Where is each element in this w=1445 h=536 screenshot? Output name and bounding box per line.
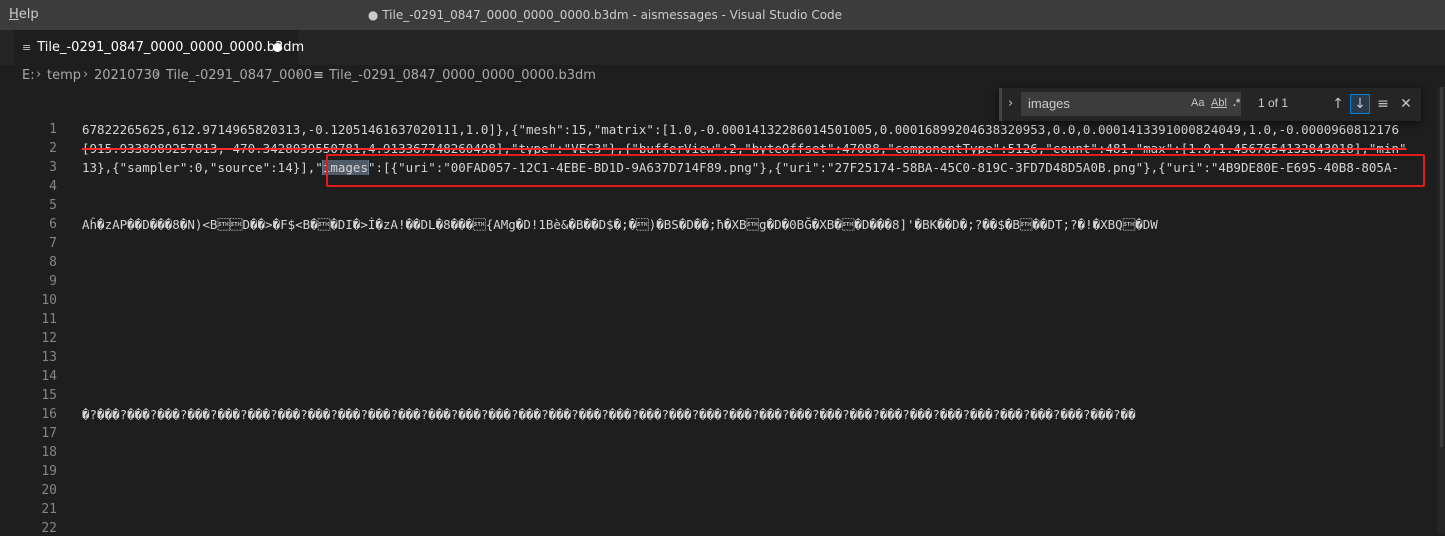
- line-number: 3: [49, 160, 57, 175]
- file-lines-icon: ≡: [22, 41, 32, 54]
- line-number: 16: [41, 407, 57, 422]
- arrow-up-icon[interactable]: ↑: [1328, 94, 1348, 114]
- window-title: ● Tile_-0291_0847_0000_0000_0000.b3dm - …: [367, 8, 843, 22]
- tab-label: Tile_-0291_0847_0000_0000_0000.b3dm: [37, 40, 305, 55]
- line-number: 21: [41, 502, 57, 517]
- breadcrumb-temp[interactable]: temp: [47, 68, 81, 83]
- line-number: 15: [41, 388, 57, 403]
- line-number: 5: [49, 198, 57, 213]
- match-count: 1 of 1: [1258, 96, 1289, 110]
- line-number: 2: [49, 141, 57, 156]
- chevron-right-icon: ›: [83, 67, 89, 82]
- chevron-right-icon: ›: [154, 67, 160, 82]
- line-number: 11: [41, 312, 57, 327]
- line-number: 6: [49, 217, 57, 232]
- match-case-button[interactable]: Aa: [1191, 97, 1204, 109]
- code-line-3-pre: 13},{"sampler":0,"source":14}],": [82, 160, 323, 175]
- breadcrumb-date[interactable]: 20210730: [94, 68, 160, 83]
- unsaved-dot-icon[interactable]: [273, 43, 282, 52]
- line-number: 10: [41, 293, 57, 308]
- line-number: 19: [41, 464, 57, 479]
- chevron-right-icon: ›: [296, 67, 302, 82]
- breadcrumb: E: › temp › 20210730 › Tile_-0291_0847_0…: [0, 65, 1445, 87]
- annotation-highlight-box: [326, 154, 1425, 187]
- line-number: 7: [49, 236, 57, 251]
- breadcrumb-folder[interactable]: Tile_-0291_0847_0000: [166, 68, 312, 83]
- line-number: 17: [41, 426, 57, 441]
- toggle-replace-chevron-icon[interactable]: ›: [1008, 96, 1013, 111]
- line-number: 9: [49, 274, 57, 289]
- line-number: 20: [41, 483, 57, 498]
- use-regex-button[interactable]: .*: [1233, 97, 1240, 109]
- match-whole-word-button[interactable]: Abl: [1211, 97, 1227, 109]
- line-number: 1: [49, 122, 57, 137]
- breadcrumb-file[interactable]: Tile_-0291_0847_0000_0000_0000.b3dm: [329, 68, 596, 83]
- line-number: 14: [41, 369, 57, 384]
- line-number: 4: [49, 179, 57, 194]
- scrollbar-thumb[interactable]: [1440, 87, 1443, 447]
- find-in-selection-icon[interactable]: ≡: [1373, 94, 1393, 114]
- breadcrumb-drive[interactable]: E:: [22, 68, 35, 83]
- line-number: 8: [49, 255, 57, 270]
- code-line-1[interactable]: 67822265625,612.9714965820313,-0.1205146…: [82, 122, 1430, 137]
- title-bar: Help ● Tile_-0291_0847_0000_0000_0000.b3…: [0, 0, 1445, 30]
- chevron-right-icon: ›: [36, 67, 42, 82]
- line-number: 12: [41, 331, 57, 346]
- line-number: 18: [41, 445, 57, 460]
- line-number: 13: [41, 350, 57, 365]
- tab-bar: ≡ Tile_-0291_0847_0000_0000_0000.b3dm: [0, 30, 1445, 65]
- arrow-down-icon[interactable]: ↓: [1350, 94, 1370, 114]
- file-lines-icon: ≡: [313, 68, 324, 83]
- find-input[interactable]: images: [1021, 92, 1241, 116]
- close-icon[interactable]: ✕: [1396, 94, 1416, 114]
- editor-tab[interactable]: ≡ Tile_-0291_0847_0000_0000_0000.b3dm: [14, 30, 304, 65]
- code-line-6[interactable]: Aĥ�zAP��D���8�N)<BD��>�F$<B��DI�>İ�zA…: [82, 217, 1430, 232]
- find-widget: › images Aa Abl .* 1 of 1 ↑ ↓ ≡ ✕: [999, 88, 1421, 121]
- code-line-16[interactable]: �?���?���?���?���?���?���?���?���?���?��…: [82, 407, 1430, 422]
- line-number: 22: [41, 521, 57, 536]
